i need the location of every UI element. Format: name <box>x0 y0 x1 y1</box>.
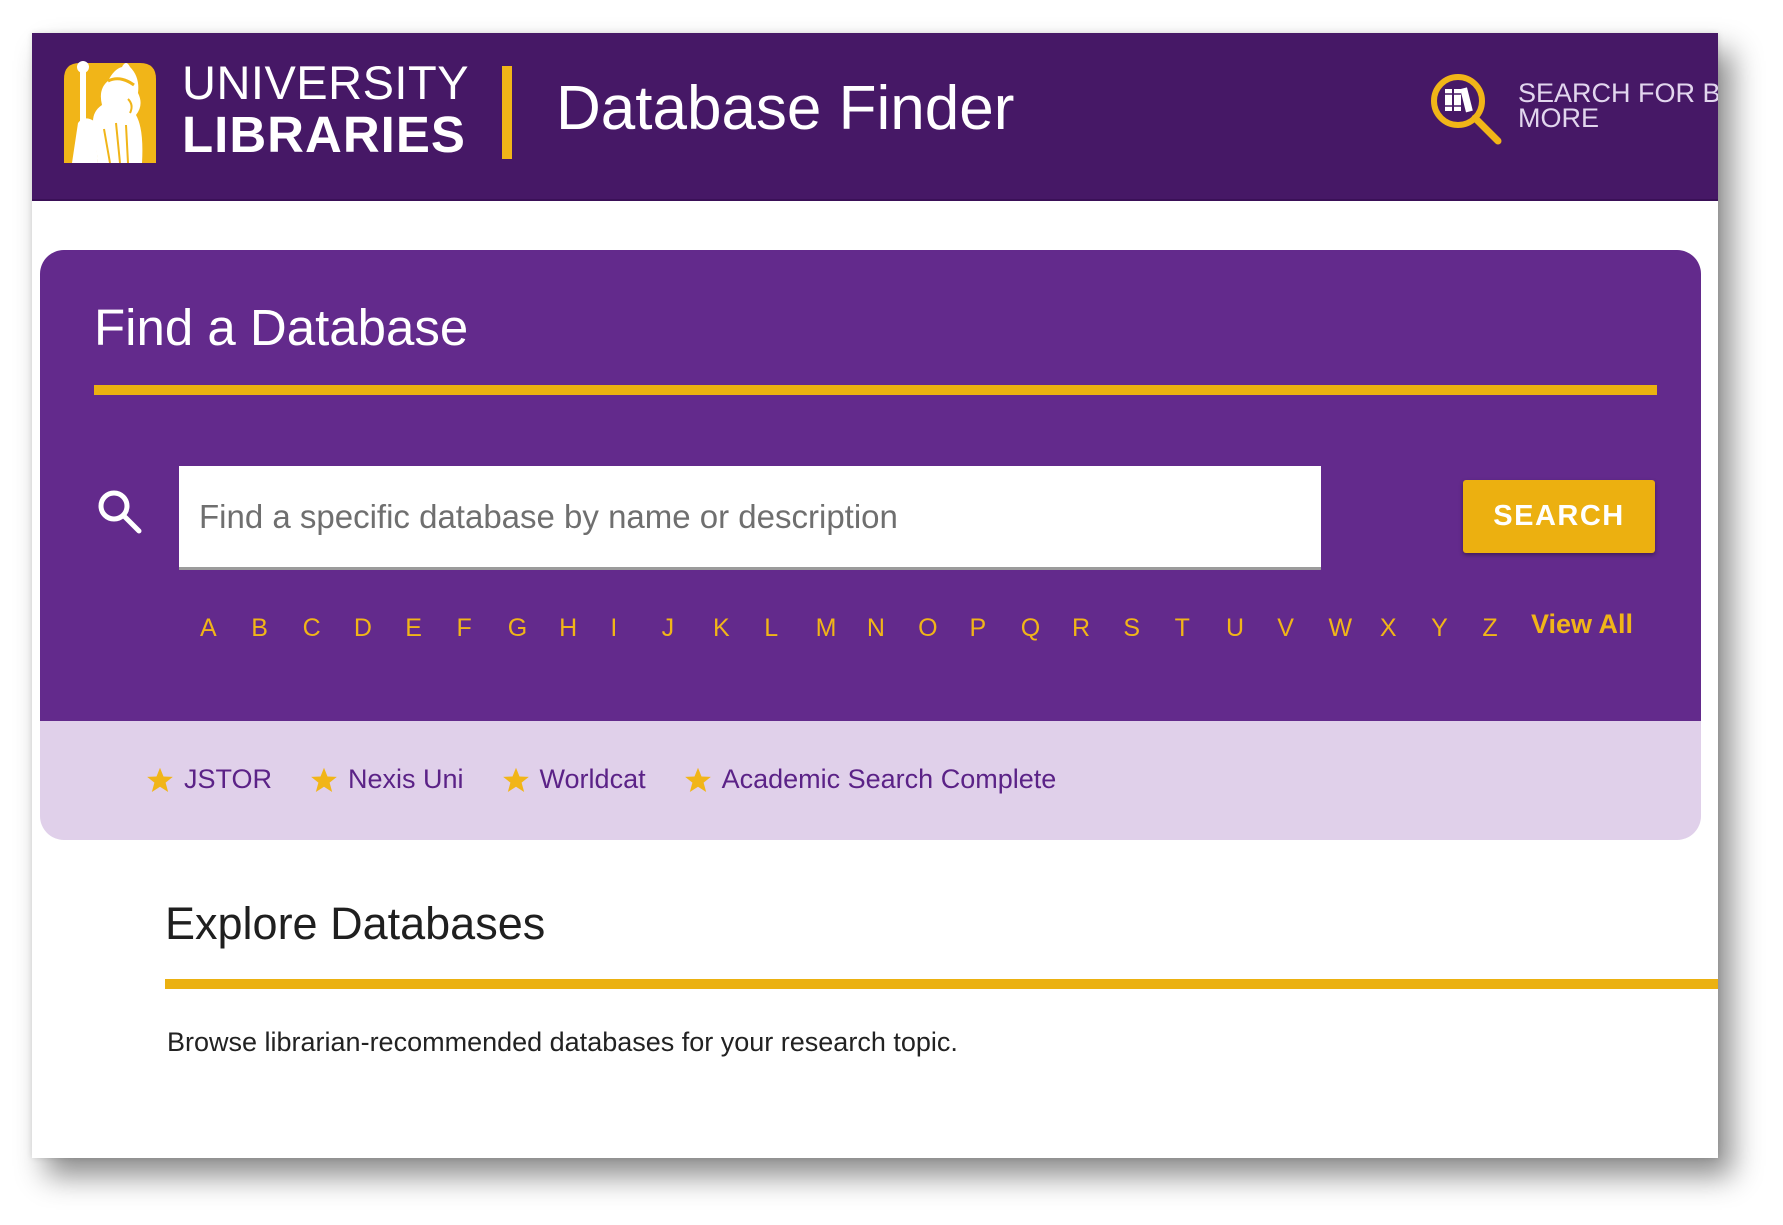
search-icon <box>98 490 142 534</box>
explore-databases-divider <box>165 979 1718 989</box>
letter-link-q[interactable]: Q <box>1021 614 1072 643</box>
letter-link-c[interactable]: C <box>303 614 354 643</box>
letter-link-a[interactable]: A <box>200 614 251 643</box>
database-search-input[interactable] <box>179 466 1321 570</box>
logo-line-university: UNIVERSITY <box>182 56 470 109</box>
star-icon <box>684 767 711 792</box>
find-database-divider <box>94 385 1657 395</box>
browser-page: UNIVERSITY LIBRARIES Database Finder SEA… <box>32 33 1718 1158</box>
book-search-icon <box>1431 74 1502 145</box>
letter-link-u[interactable]: U <box>1226 614 1277 643</box>
letter-link-s[interactable]: S <box>1123 614 1174 643</box>
letter-link-v[interactable]: V <box>1277 614 1328 643</box>
letter-link-m[interactable]: M <box>816 614 867 643</box>
letter-link-p[interactable]: P <box>969 614 1020 643</box>
favorite-databases: JSTOR Nexis Uni Worldcat Academic Search Co… <box>146 764 1094 795</box>
find-database-panel: Find a Database SEARCH ABCDEFGHIJKLMNOPQ… <box>40 250 1701 840</box>
search-button[interactable]: SEARCH <box>1463 480 1655 553</box>
find-database-heading: Find a Database <box>94 299 469 356</box>
favorite-database-label: JSTOR <box>184 764 273 794</box>
letter-link-w[interactable]: W <box>1329 614 1380 643</box>
star-icon <box>502 767 529 792</box>
letter-link-g[interactable]: G <box>508 614 559 643</box>
letter-link-i[interactable]: I <box>610 614 661 643</box>
letter-link-b[interactable]: B <box>251 614 302 643</box>
explore-databases-heading: Explore Databases <box>165 898 546 949</box>
header-divider <box>502 66 512 159</box>
star-icon <box>147 767 173 792</box>
search-catalog-label: SEARCH FOR BO MORE <box>1518 80 1718 133</box>
view-all-link[interactable]: View All <box>1531 609 1633 640</box>
explore-databases-description: Browse librarian-recommended databases f… <box>167 1027 958 1057</box>
search-catalog-link[interactable]: SEARCH FOR BO MORE <box>1428 71 1718 147</box>
letter-link-f[interactable]: F <box>456 614 507 643</box>
letter-link-o[interactable]: O <box>918 614 969 643</box>
favorite-database-label: Worldcat <box>539 764 646 794</box>
favorite-database-link[interactable]: Academic Search Complete <box>684 764 1057 795</box>
letter-link-t[interactable]: T <box>1175 614 1226 643</box>
letter-link-r[interactable]: R <box>1072 614 1123 643</box>
letter-link-l[interactable]: L <box>764 614 815 643</box>
logo-line-libraries: LIBRARIES <box>182 106 466 163</box>
search-catalog-label-line2: MORE <box>1518 103 1599 133</box>
letter-link-y[interactable]: Y <box>1431 614 1482 643</box>
letter-link-n[interactable]: N <box>867 614 918 643</box>
letter-link-j[interactable]: J <box>662 614 713 643</box>
letter-link-x[interactable]: X <box>1380 614 1431 643</box>
app-title: Database Finder <box>556 74 1015 143</box>
letter-link-k[interactable]: K <box>713 614 764 643</box>
favorite-database-link[interactable]: Nexis Uni <box>310 764 464 795</box>
site-header: UNIVERSITY LIBRARIES Database Finder SEA… <box>32 33 1718 201</box>
find-database-search-area: Find a Database SEARCH ABCDEFGHIJKLMNOPQ… <box>40 250 1701 721</box>
favorite-database-link[interactable]: JSTOR <box>146 764 272 795</box>
logo-wordmark: UNIVERSITY LIBRARIES <box>182 59 469 160</box>
minerva-logo-icon <box>64 61 156 163</box>
star-icon <box>311 767 337 792</box>
favorite-database-label: Academic Search Complete <box>721 764 1057 794</box>
favorite-database-label: Nexis Uni <box>348 764 464 794</box>
alphabet-filter: ABCDEFGHIJKLMNOPQRSTUVWXYZ <box>200 614 1534 643</box>
favorite-database-link[interactable]: Worldcat <box>502 764 646 795</box>
letter-link-z[interactable]: Z <box>1482 614 1533 643</box>
letter-link-h[interactable]: H <box>559 614 610 643</box>
letter-link-d[interactable]: D <box>354 614 405 643</box>
letter-link-e[interactable]: E <box>405 614 456 643</box>
